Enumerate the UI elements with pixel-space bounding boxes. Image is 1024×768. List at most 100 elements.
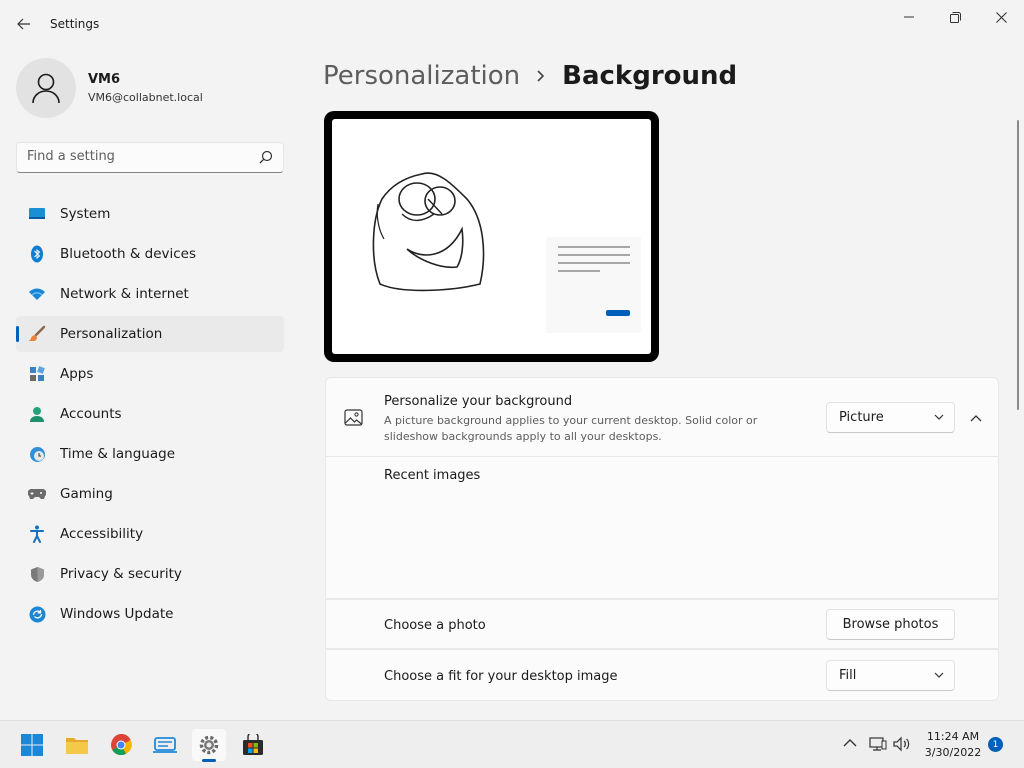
choose-fit-label: Choose a fit for your desktop image — [384, 669, 618, 684]
sidebar-item-accessibility[interactable]: Accessibility — [16, 516, 284, 552]
user-name: VM6 — [88, 72, 121, 87]
notification-badge[interactable]: 1 — [988, 737, 1003, 752]
sidebar-nav: System Bluetooth & devices Network & int… — [16, 196, 284, 636]
sidebar-item-network[interactable]: Network & internet — [16, 276, 284, 312]
chevron-right-icon — [536, 69, 546, 83]
restore-button[interactable] — [932, 4, 978, 30]
picture-icon — [344, 409, 363, 426]
background-type-value: Picture — [839, 410, 884, 425]
active-app-indicator — [202, 759, 216, 762]
sidebar-item-apps[interactable]: Apps — [16, 356, 284, 392]
scrollbar[interactable] — [1017, 120, 1019, 410]
choose-photo-row: Choose a photo Browse photos — [325, 599, 999, 649]
personalize-title: Personalize your background — [384, 394, 573, 409]
monitor-icon — [28, 205, 46, 223]
settings-icon — [199, 735, 219, 755]
sidebar-item-label: Privacy & security — [60, 566, 182, 582]
desktop-preview — [324, 111, 659, 362]
sidebar-item-label: Gaming — [60, 486, 113, 502]
taskbar: 11:24 AM 3/30/2022 1 — [0, 720, 1024, 768]
personalize-background-card[interactable]: Personalize your background A picture ba… — [325, 377, 999, 457]
back-button[interactable] — [10, 10, 38, 38]
chevron-down-icon — [934, 414, 944, 420]
brush-icon — [28, 325, 46, 343]
personalize-description: A picture background applies to your cur… — [384, 414, 758, 443]
fit-dropdown[interactable]: Fill — [826, 660, 955, 691]
sidebar-item-label: System — [60, 206, 111, 222]
chevron-up-icon[interactable] — [843, 738, 857, 748]
file-explorer-button[interactable] — [60, 729, 94, 761]
sidebar-item-system[interactable]: System — [16, 196, 284, 232]
chevron-down-icon — [934, 672, 944, 678]
sidebar-item-time-language[interactable]: Time & language — [16, 436, 284, 472]
breadcrumb-parent[interactable]: Personalization — [323, 61, 520, 91]
window-title: Settings — [50, 17, 100, 31]
preview-window-lines — [558, 246, 630, 316]
accessibility-icon — [28, 525, 46, 543]
collapse-button[interactable] — [964, 404, 988, 432]
close-icon — [995, 11, 1007, 23]
search-input[interactable] — [27, 149, 247, 164]
person-icon — [28, 405, 46, 423]
preview-window — [546, 237, 641, 333]
close-button[interactable] — [978, 4, 1024, 30]
wifi-icon — [28, 285, 46, 303]
browse-photos-button[interactable]: Browse photos — [826, 609, 955, 640]
volume-icon[interactable] — [893, 736, 911, 752]
smiley-sketch-image — [372, 172, 485, 292]
search-icon — [259, 150, 273, 164]
sidebar-item-label: Apps — [60, 366, 94, 382]
apps-icon — [28, 365, 46, 383]
start-icon — [21, 734, 43, 756]
search-box[interactable] — [16, 142, 284, 173]
chrome-button[interactable] — [104, 729, 138, 761]
sidebar-item-windows-update[interactable]: Windows Update — [16, 596, 284, 632]
avatar[interactable] — [16, 58, 76, 118]
sidebar-item-label: Bluetooth & devices — [60, 246, 197, 262]
recent-images-label: Recent images — [384, 468, 481, 483]
remote-desktop-button[interactable] — [148, 729, 182, 761]
settings-taskbar-button[interactable] — [192, 729, 226, 762]
start-button[interactable] — [15, 729, 49, 761]
taskbar-clock[interactable]: 11:24 AM 3/30/2022 — [918, 729, 988, 761]
gamepad-icon — [28, 485, 46, 503]
sidebar-item-privacy[interactable]: Privacy & security — [16, 556, 284, 592]
clock-date: 3/30/2022 — [924, 746, 982, 759]
file-explorer-icon — [66, 738, 88, 754]
minimize-icon — [904, 16, 914, 18]
sidebar-item-gaming[interactable]: Gaming — [16, 476, 284, 512]
page-title: Background — [562, 61, 738, 91]
chevron-up-icon — [970, 415, 982, 422]
chrome-icon — [111, 734, 132, 756]
recent-images-section: Recent images — [325, 457, 999, 599]
preview-screen — [332, 119, 651, 354]
bluetooth-icon — [28, 245, 46, 263]
breadcrumb: Personalization Background — [323, 58, 737, 94]
sidebar-item-bluetooth[interactable]: Bluetooth & devices — [16, 236, 284, 272]
choose-photo-label: Choose a photo — [384, 618, 486, 633]
sidebar-item-label: Windows Update — [60, 606, 174, 622]
sidebar-item-personalization[interactable]: Personalization — [16, 316, 284, 352]
remote-desktop-icon — [153, 737, 177, 753]
store-button[interactable] — [236, 729, 270, 761]
sidebar-item-label: Personalization — [60, 326, 163, 342]
choose-fit-row: Choose a fit for your desktop image Fill — [325, 649, 999, 701]
background-type-dropdown[interactable]: Picture — [826, 402, 955, 433]
sidebar-item-label: Time & language — [60, 446, 176, 462]
sidebar-item-label: Accounts — [60, 406, 122, 422]
update-icon — [28, 605, 46, 623]
restore-icon — [949, 11, 961, 23]
network-icon[interactable] — [869, 736, 887, 752]
title-bar: Settings — [0, 0, 1024, 48]
clock-time: 11:24 AM — [926, 730, 980, 743]
clock-globe-icon — [28, 445, 46, 463]
sidebar-item-label: Network & internet — [60, 286, 189, 302]
back-arrow-icon — [17, 18, 30, 30]
shield-icon — [28, 565, 46, 583]
user-email: VM6@collabnet.local — [88, 91, 203, 104]
store-icon — [243, 734, 263, 755]
sidebar-item-accounts[interactable]: Accounts — [16, 396, 284, 432]
fit-value: Fill — [839, 668, 857, 683]
sidebar-item-label: Accessibility — [60, 526, 144, 542]
minimize-button[interactable] — [886, 4, 932, 30]
